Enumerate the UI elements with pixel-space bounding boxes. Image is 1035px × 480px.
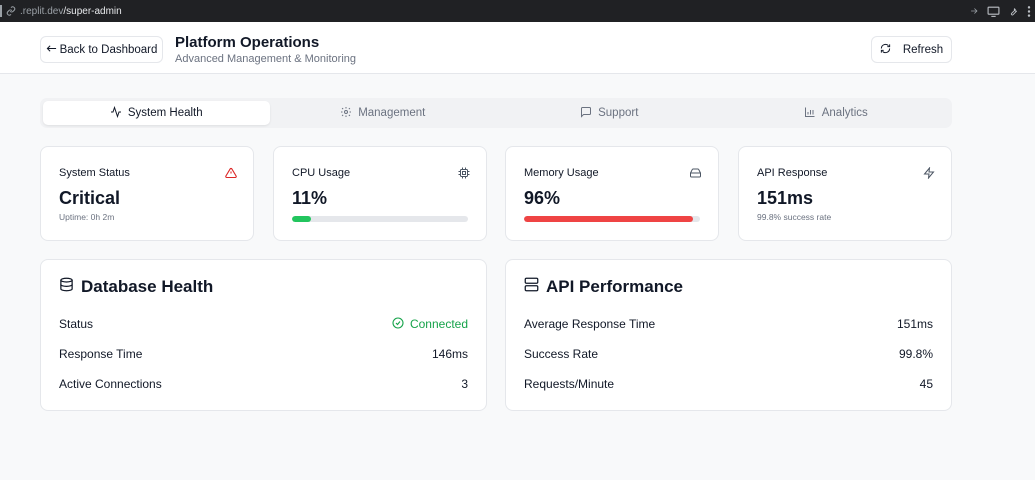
url-host: .replit.dev bbox=[20, 5, 64, 17]
api-requests-per-minute-row: Requests/Minute 45 bbox=[524, 376, 933, 392]
tab-management[interactable]: Management bbox=[270, 101, 497, 125]
tab-support[interactable]: Support bbox=[496, 101, 723, 125]
stat-value: Critical bbox=[59, 188, 121, 208]
cpu-usage-card: CPU Usage 11% bbox=[273, 146, 487, 241]
browser-edge bbox=[0, 5, 3, 17]
database-health-panel: Database Health Status Connected Respons… bbox=[40, 259, 487, 411]
row-label: Success Rate bbox=[524, 347, 599, 361]
api-success-rate-row: Success Rate 99.8% bbox=[524, 346, 933, 362]
check-circle-icon bbox=[392, 316, 404, 332]
stat-label: CPU Usage bbox=[292, 167, 351, 179]
row-value: 99.8% bbox=[898, 347, 933, 361]
db-response-time-row: Response Time 146ms bbox=[59, 346, 468, 362]
memory-progress-fill bbox=[524, 216, 693, 222]
panel-title: API Performance bbox=[546, 277, 683, 296]
row-label: Requests/Minute bbox=[524, 377, 615, 391]
bar-chart-icon bbox=[804, 106, 816, 121]
back-button-label: Back to Dashboard bbox=[59, 43, 158, 56]
tab-system-health[interactable]: System Health bbox=[43, 101, 270, 125]
row-label: Status bbox=[59, 317, 94, 331]
tab-label: Management bbox=[358, 107, 426, 119]
memory-usage-card: Memory Usage 96% bbox=[505, 146, 719, 241]
zap-icon bbox=[923, 166, 935, 184]
tab-label: Analytics bbox=[821, 107, 868, 119]
cpu-progress-fill bbox=[292, 216, 312, 222]
system-status-card: System Status Critical Uptime: 0h 2m bbox=[40, 146, 254, 241]
database-icon bbox=[59, 277, 74, 297]
stat-label: System Status bbox=[59, 167, 130, 179]
page-title: Platform Operations bbox=[175, 34, 320, 51]
browser-address-bar: .replit.dev/super-admin bbox=[0, 0, 1035, 22]
url-field[interactable]: .replit.dev/super-admin bbox=[6, 6, 122, 17]
row-value: 3 bbox=[461, 377, 468, 391]
row-value: Connected bbox=[409, 317, 468, 331]
wrench-icon[interactable] bbox=[1008, 6, 1019, 17]
refresh-button[interactable]: Refresh bbox=[871, 36, 952, 63]
stat-value: 11% bbox=[292, 188, 328, 208]
monitor-icon[interactable] bbox=[987, 6, 1000, 17]
gear-icon bbox=[340, 106, 352, 121]
row-label: Average Response Time bbox=[524, 317, 656, 331]
row-label: Active Connections bbox=[59, 377, 162, 391]
tab-label: Support bbox=[598, 107, 639, 119]
row-value: 151ms bbox=[896, 317, 933, 331]
alert-triangle-icon bbox=[225, 166, 237, 184]
activity-icon bbox=[110, 105, 122, 121]
refresh-icon bbox=[880, 43, 891, 57]
db-status-row: Status Connected bbox=[59, 316, 468, 332]
more-icon[interactable] bbox=[1027, 5, 1031, 17]
status-badge: Connected bbox=[392, 316, 468, 332]
arrow-right-icon[interactable] bbox=[969, 6, 979, 16]
page-header: Back to Dashboard Platform Operations Ad… bbox=[0, 22, 1035, 74]
stat-label: Memory Usage bbox=[524, 167, 599, 179]
server-icon bbox=[524, 277, 539, 297]
cpu-icon bbox=[458, 166, 470, 184]
message-icon bbox=[580, 106, 592, 121]
stat-value: 151ms bbox=[757, 188, 814, 208]
stat-label: API Response bbox=[757, 167, 828, 179]
refresh-label: Refresh bbox=[902, 43, 944, 56]
db-active-connections-row: Active Connections 3 bbox=[59, 376, 468, 392]
row-value: 45 bbox=[919, 377, 933, 391]
tab-label: System Health bbox=[127, 107, 203, 119]
tab-analytics[interactable]: Analytics bbox=[723, 101, 950, 125]
memory-progress-bar bbox=[524, 216, 700, 222]
arrow-left-icon bbox=[46, 44, 57, 56]
uptime-text: Uptime: 0h 2m bbox=[59, 212, 115, 222]
hard-drive-icon bbox=[689, 166, 702, 184]
api-response-card: API Response 151ms 99.8% success rate bbox=[738, 146, 952, 241]
page-subtitle: Advanced Management & Monitoring bbox=[175, 53, 356, 65]
link-icon bbox=[6, 6, 16, 16]
api-avg-response-row: Average Response Time 151ms bbox=[524, 316, 933, 332]
api-performance-panel: API Performance Average Response Time 15… bbox=[505, 259, 952, 411]
row-value: 146ms bbox=[431, 347, 468, 361]
url-path: /super-admin bbox=[63, 5, 122, 17]
cpu-progress-bar bbox=[292, 216, 468, 222]
row-label: Response Time bbox=[59, 347, 143, 361]
panel-title: Database Health bbox=[81, 277, 214, 296]
back-to-dashboard-button[interactable]: Back to Dashboard bbox=[40, 36, 163, 63]
stat-value: 96% bbox=[524, 188, 561, 208]
tab-bar: System Health Management Support Analyti… bbox=[40, 98, 952, 128]
success-rate-text: 99.8% success rate bbox=[757, 212, 832, 222]
